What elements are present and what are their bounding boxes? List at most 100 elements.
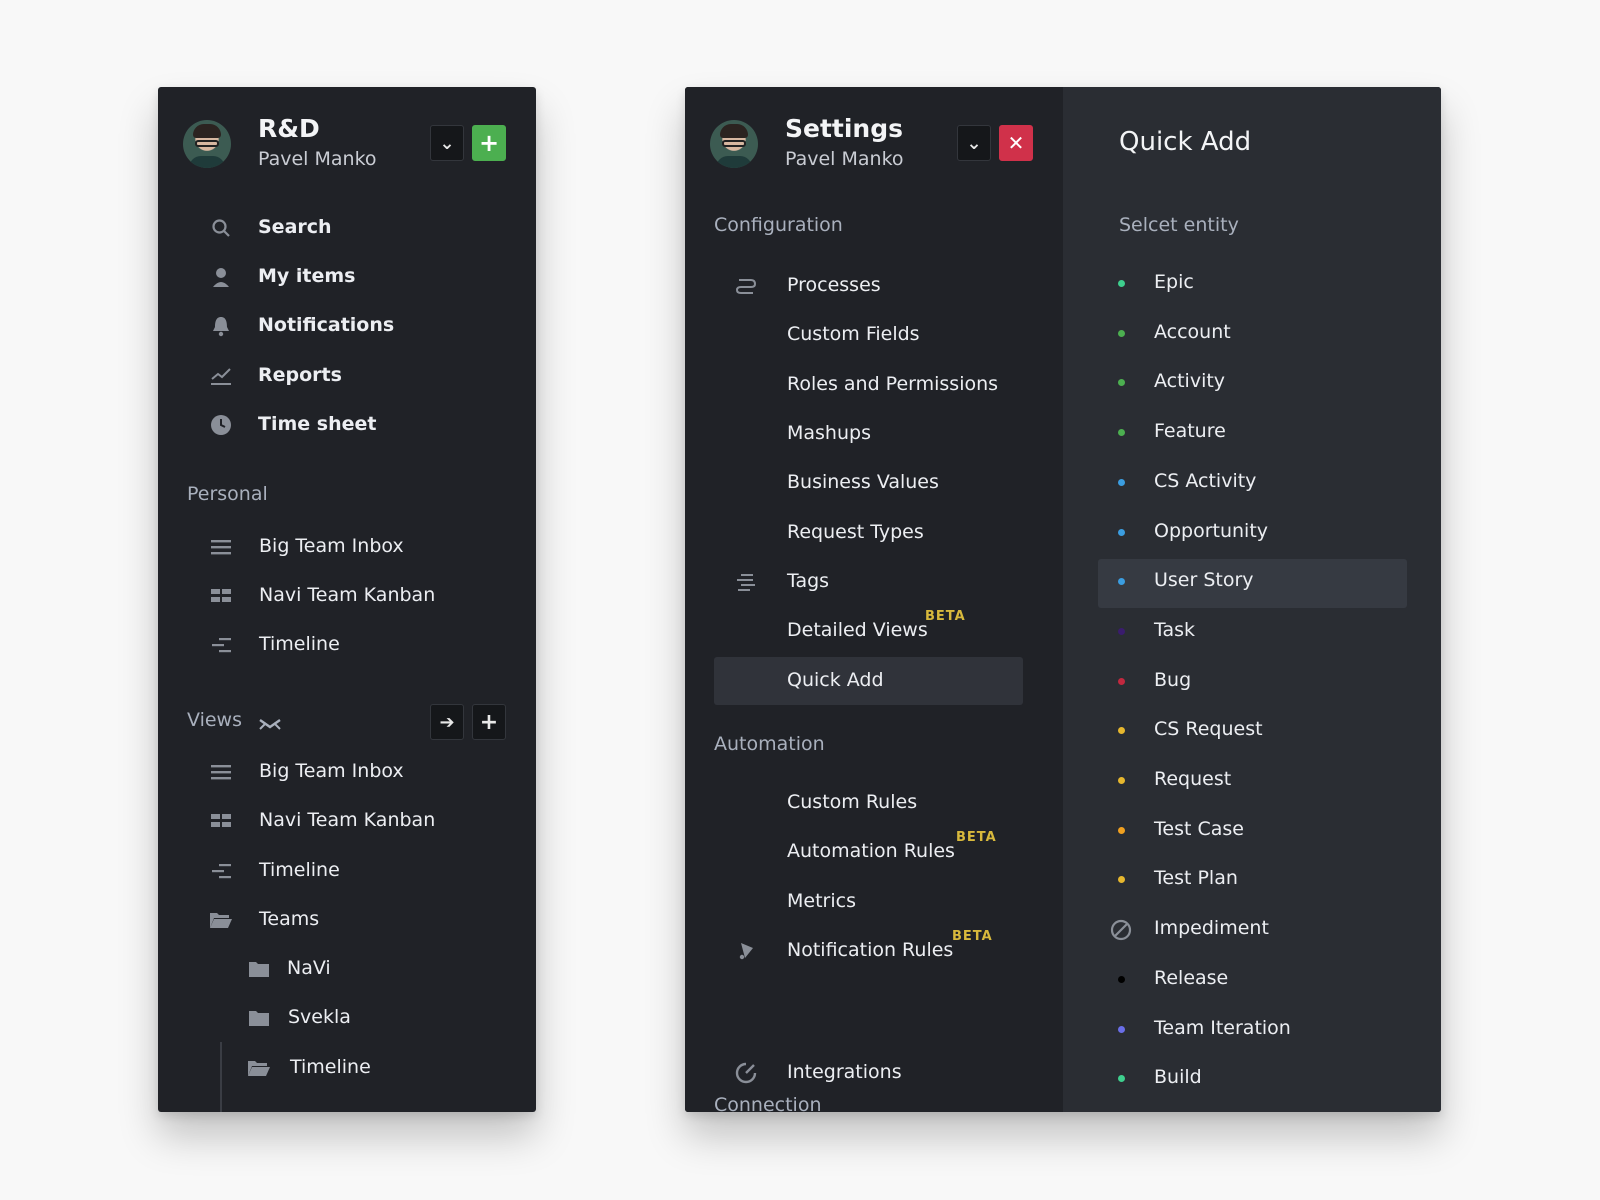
open-views-button[interactable]: ➔ (430, 704, 464, 740)
item-label: Teams (259, 908, 320, 930)
folder-icon (246, 1006, 272, 1030)
section-personal: Personal (187, 483, 268, 505)
folder-open-icon (246, 1056, 272, 1080)
entity-feature[interactable]: Feature (1063, 408, 1441, 456)
automation-notification-rules[interactable]: Notification Rules BETA (685, 927, 1063, 975)
entity-label: Task (1154, 619, 1196, 641)
entity-label: Test Case (1154, 818, 1244, 840)
item-label: Request Types (787, 521, 924, 543)
chevron-down-icon: ⌄ (966, 132, 982, 154)
personal-item-timeline[interactable]: Timeline (158, 621, 536, 669)
settings-menu: Settings Pavel Manko ⌄ ✕ Configuration P… (685, 87, 1063, 1112)
team-item-timeline[interactable]: Timeline (158, 1044, 536, 1092)
entity-cs-request[interactable]: CS Request (1063, 706, 1441, 754)
user-name: Pavel Manko (785, 148, 904, 170)
avatar[interactable] (710, 120, 758, 168)
entity-account[interactable]: Account (1063, 309, 1441, 357)
entity-test-plan[interactable]: Test Plan (1063, 855, 1441, 903)
views-item-timeline[interactable]: Timeline (158, 847, 536, 895)
close-settings-button[interactable]: ✕ (999, 125, 1033, 161)
entity-request[interactable]: Request (1063, 756, 1441, 804)
section-automation: Automation (714, 733, 825, 755)
nav-notifications[interactable]: Notifications (158, 302, 536, 350)
entity-label: Request (1154, 768, 1232, 790)
nav-label: Notifications (258, 314, 395, 336)
entity-label: CS Activity (1154, 470, 1257, 492)
workspace-dropdown-button[interactable]: ⌄ (430, 125, 464, 161)
nav-search[interactable]: Search (158, 204, 536, 252)
config-mashups[interactable]: Mashups (685, 410, 1063, 458)
settings-dropdown-button[interactable]: ⌄ (957, 125, 991, 161)
entity-user-story[interactable]: User Story (1063, 557, 1441, 605)
entity-label: Impediment (1154, 917, 1269, 939)
automation-automation-rules[interactable]: Automation Rules BETA (685, 828, 1063, 876)
tags-icon (733, 570, 759, 594)
entity-color-dot (1118, 1026, 1125, 1033)
entity-color-dot (1118, 479, 1125, 486)
list-icon (208, 535, 234, 559)
item-label: Mashups (787, 422, 871, 444)
beta-badge: BETA (952, 929, 993, 944)
nav-label: My items (258, 265, 356, 287)
nav-label: Time sheet (258, 413, 377, 435)
entity-activity[interactable]: Activity (1063, 358, 1441, 406)
automation-custom-rules[interactable]: Custom Rules (685, 779, 1063, 827)
views-item-navi-team-kanban[interactable]: Navi Team Kanban (158, 797, 536, 845)
personal-item-navi-team-kanban[interactable]: Navi Team Kanban (158, 572, 536, 620)
nav-label: Reports (258, 364, 342, 386)
config-processes[interactable]: Processes (685, 262, 1063, 310)
team-item-navi[interactable]: NaVi (158, 945, 536, 993)
entity-color-dot (1118, 876, 1125, 883)
entity-label: Test Plan (1154, 867, 1238, 889)
entity-label: Bug (1154, 669, 1192, 691)
add-button[interactable]: + (472, 125, 506, 161)
entity-epic[interactable]: Epic (1063, 259, 1441, 307)
personal-item-big-team-inbox[interactable]: Big Team Inbox (158, 523, 536, 571)
item-label: Timeline (259, 633, 340, 655)
entity-label: User Story (1154, 569, 1254, 591)
entity-cs-activity[interactable]: CS Activity (1063, 458, 1441, 506)
config-custom-fields[interactable]: Custom Fields (685, 311, 1063, 359)
entity-label: Account (1154, 321, 1231, 343)
item-label: Processes (787, 274, 881, 296)
config-quick-add[interactable]: Quick Add (685, 657, 1063, 705)
blocked-icon (1110, 919, 1132, 945)
views-item-big-team-inbox[interactable]: Big Team Inbox (158, 748, 536, 796)
item-label: Tags (787, 570, 830, 592)
entity-impediment[interactable]: Impediment (1063, 905, 1441, 953)
nav-time-sheet[interactable]: Time sheet (158, 401, 536, 449)
entity-build[interactable]: Build (1063, 1054, 1441, 1102)
collapse-views-icon[interactable] (258, 714, 282, 736)
entity-label: CS Request (1154, 718, 1263, 740)
team-item-svekla[interactable]: Svekla (158, 994, 536, 1042)
config-detailed-views[interactable]: Detailed Views BETA (685, 607, 1063, 655)
add-view-button[interactable]: + (472, 704, 506, 740)
config-tags[interactable]: Tags (685, 558, 1063, 606)
connection-integrations[interactable]: Integrations (685, 1049, 1063, 1097)
entity-opportunity[interactable]: Opportunity (1063, 508, 1441, 556)
integrations-icon (733, 1061, 759, 1085)
entity-color-dot (1118, 1075, 1125, 1082)
entity-test-case[interactable]: Test Case (1063, 806, 1441, 854)
config-request-types[interactable]: Request Types (685, 509, 1063, 557)
entity-color-dot (1118, 529, 1125, 536)
automation-metrics[interactable]: Metrics (685, 878, 1063, 926)
nav-reports[interactable]: Reports (158, 352, 536, 400)
processes-icon (733, 274, 759, 298)
kanban-icon (208, 809, 234, 833)
plus-icon: + (479, 709, 499, 735)
item-label: Custom Fields (787, 323, 920, 345)
config-business-values[interactable]: Business Values (685, 459, 1063, 507)
entity-task[interactable]: Task (1063, 607, 1441, 655)
avatar[interactable] (183, 120, 231, 168)
item-label: Timeline (259, 859, 340, 881)
nav-my-items[interactable]: My items (158, 253, 536, 301)
entity-color-dot (1118, 827, 1125, 834)
chevron-down-icon: ⌄ (439, 132, 455, 154)
clock-icon (208, 413, 234, 437)
entity-team-iteration[interactable]: Team Iteration (1063, 1005, 1441, 1053)
entity-release[interactable]: Release (1063, 955, 1441, 1003)
config-roles-permissions[interactable]: Roles and Permissions (685, 361, 1063, 409)
views-item-teams[interactable]: Teams (158, 896, 536, 944)
entity-bug[interactable]: Bug (1063, 657, 1441, 705)
